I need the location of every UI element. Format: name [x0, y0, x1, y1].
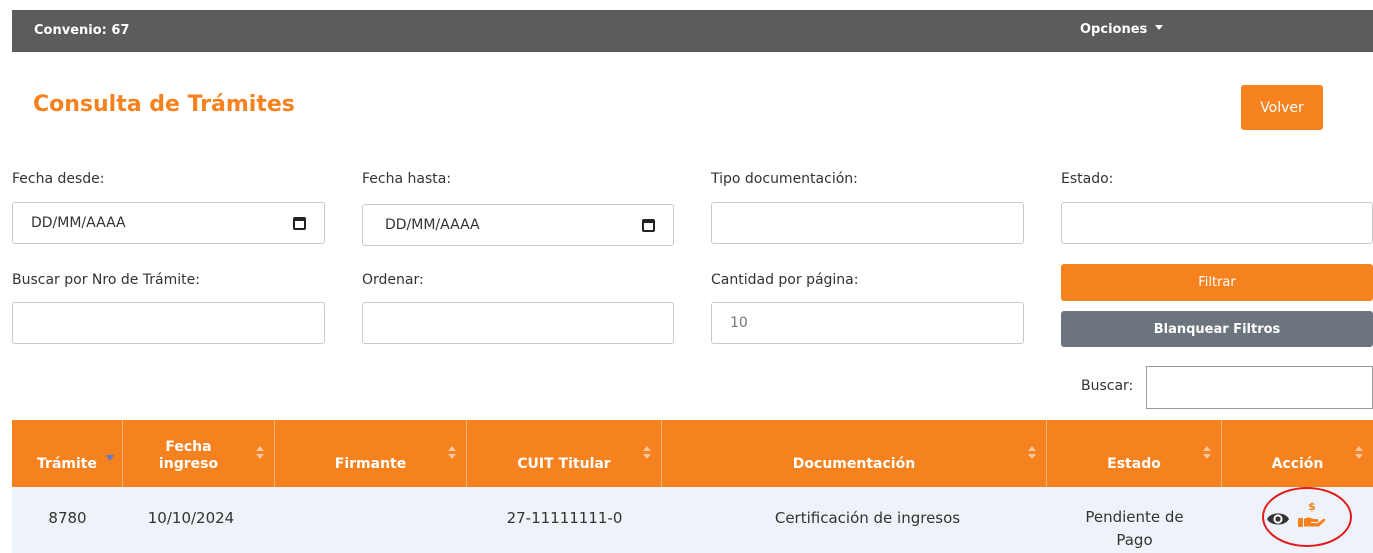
fecha-desde-input[interactable]: DD/MM/AAAA — [12, 202, 325, 244]
estado-label: Estado: — [1061, 171, 1114, 187]
column-header-label: Firmante — [334, 456, 407, 472]
cell-cuit-titular: 27-11111111-0 — [506, 509, 623, 527]
nro-tramite-input[interactable] — [12, 302, 325, 344]
column-header-label: CUIT Titular — [517, 456, 611, 472]
filtrar-button[interactable]: Filtrar — [1061, 264, 1373, 301]
column-header-label: Fecha ingreso — [158, 439, 219, 472]
buscar-label: Buscar: — [1081, 378, 1134, 394]
cantidad-por-pagina-placeholder: 10 — [730, 315, 748, 331]
fecha-desde-value: DD/MM/AAAA — [31, 215, 126, 231]
cell-documentacion: Certificación de ingresos — [774, 509, 961, 527]
column-header-label: Estado — [1107, 456, 1161, 472]
opciones-dropdown[interactable]: Opciones — [1080, 22, 1164, 37]
volver-button[interactable]: Volver — [1241, 85, 1323, 130]
buscar-input[interactable] — [1146, 366, 1373, 409]
convenio-label: Convenio: — [34, 23, 107, 38]
svg-text:$: $ — [1308, 500, 1316, 513]
column-header-estado[interactable]: Estado — [1047, 420, 1222, 487]
cell-tramite: 8780 — [48, 509, 87, 527]
convenio-number: 67 — [111, 23, 130, 38]
sort-desc-icon — [106, 455, 114, 461]
column-header-firmante[interactable]: Firmante — [275, 420, 467, 487]
ordenar-label: Ordenar: — [362, 272, 424, 288]
blanquear-filtros-button[interactable]: Blanquear Filtros — [1061, 311, 1373, 347]
nro-tramite-label: Buscar por Nro de Trámite: — [12, 272, 200, 288]
tipo-documentacion-label: Tipo documentación: — [711, 171, 858, 187]
table-header: Trámite Fecha ingreso Firmante CUIT Titu… — [12, 420, 1373, 487]
table-row: 8780 10/10/2024 27-11111111-0 Certificac… — [12, 487, 1373, 553]
cell-fecha-ingreso: 10/10/2024 — [147, 509, 235, 527]
sort-icon — [1355, 446, 1363, 460]
pay-hand-icon[interactable]: $ — [1296, 498, 1326, 528]
cantidad-por-pagina-label: Cantidad por página: — [711, 272, 859, 288]
column-header-documentacion[interactable]: Documentación — [662, 420, 1047, 487]
column-header-cuit-titular[interactable]: CUIT Titular — [467, 420, 662, 487]
calendar-icon[interactable] — [642, 219, 655, 232]
cell-estado: Pendiente de Pago — [1085, 508, 1184, 549]
convenio-info: Convenio: 67 — [34, 23, 129, 38]
fecha-desde-label: Fecha desde: — [12, 171, 105, 187]
column-header-fecha-ingreso[interactable]: Fecha ingreso — [123, 420, 275, 487]
sort-icon — [643, 446, 651, 460]
column-header-label: Acción — [1271, 456, 1324, 472]
top-bar: Convenio: 67 Opciones — [12, 10, 1373, 52]
tipo-documentacion-select[interactable] — [711, 202, 1024, 244]
sort-icon — [256, 446, 264, 460]
ordenar-select[interactable] — [362, 302, 674, 344]
column-header-accion[interactable]: Acción — [1222, 420, 1373, 487]
calendar-icon[interactable] — [293, 217, 306, 230]
page-title: Consulta de Trámites — [33, 92, 295, 117]
sort-icon — [448, 446, 456, 460]
cantidad-por-pagina-input[interactable]: 10 — [711, 302, 1024, 344]
column-header-tramite[interactable]: Trámite — [12, 420, 123, 487]
column-header-label: Documentación — [792, 456, 916, 472]
eye-icon[interactable] — [1266, 510, 1290, 528]
estado-select[interactable] — [1061, 202, 1373, 244]
fecha-hasta-label: Fecha hasta: — [362, 171, 452, 187]
sort-icon — [1028, 446, 1036, 460]
cell-firmante — [275, 487, 467, 553]
fecha-hasta-value: DD/MM/AAAA — [385, 217, 480, 233]
fecha-hasta-input[interactable]: DD/MM/AAAA — [362, 204, 674, 246]
opciones-label: Opciones — [1080, 22, 1148, 37]
sort-icon — [1203, 446, 1211, 460]
caret-down-icon — [1155, 25, 1164, 30]
